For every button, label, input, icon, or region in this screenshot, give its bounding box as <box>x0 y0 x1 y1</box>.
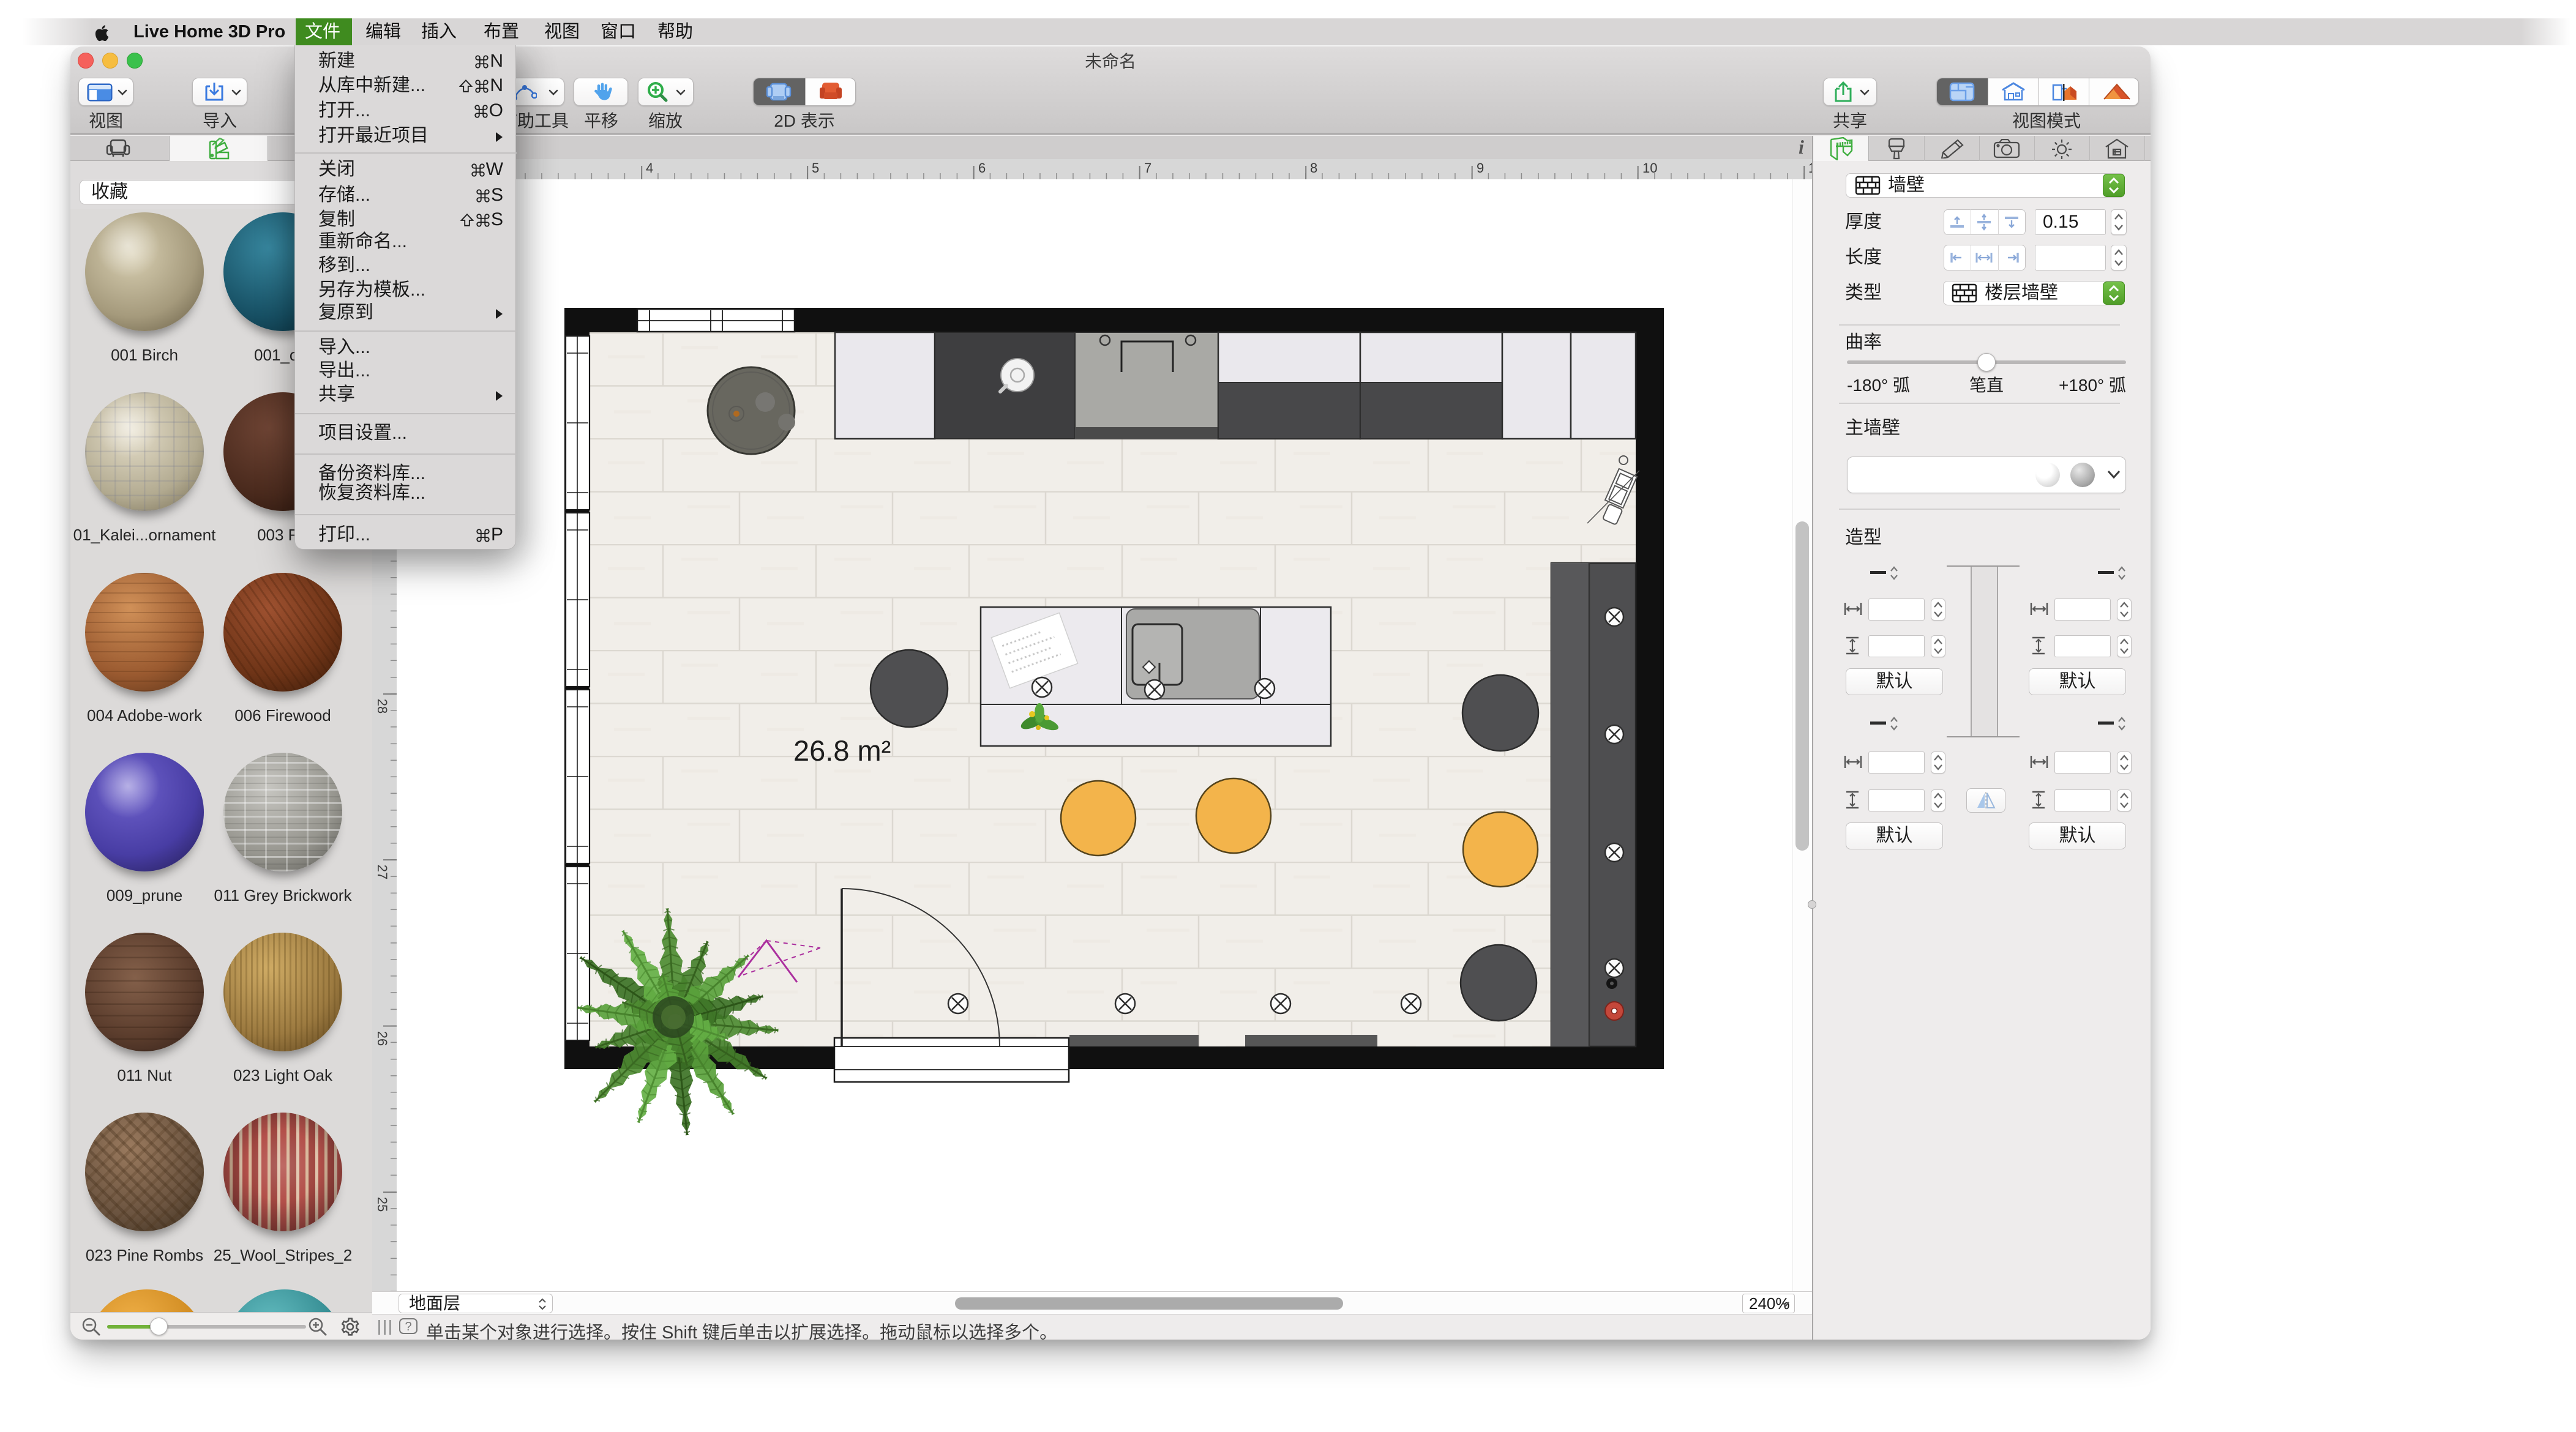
svg-text:26.8 m²: 26.8 m² <box>793 734 891 767</box>
